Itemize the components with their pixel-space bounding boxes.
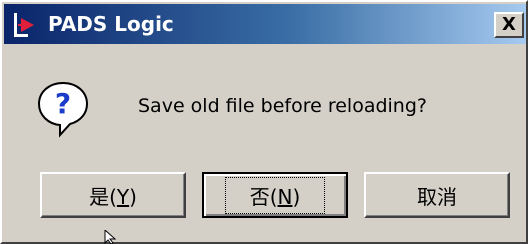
cancel-button[interactable]: 取消 [364,172,510,218]
close-icon: X [502,14,516,35]
window-title: PADS Logic [48,12,174,36]
mouse-cursor-icon [104,230,117,244]
question-icon: ? [37,81,89,138]
dialog-window: PADS Logic X ? Save old file before relo… [0,0,528,244]
dialog-message: Save old file before reloading? [138,95,427,117]
yes-button-label: 是(Y) [89,184,137,209]
yes-button[interactable]: 是(Y) [40,172,186,218]
close-button[interactable]: X [494,12,524,38]
focus-rectangle: 否(N) [224,176,326,214]
title-bar[interactable]: PADS Logic X [4,4,526,44]
no-button-label: 否(N) [249,184,301,209]
no-button[interactable]: 否(N) [202,172,348,218]
pads-logic-app-icon [14,13,34,37]
svg-text:?: ? [55,87,71,120]
cancel-button-label: 取消 [417,184,457,209]
